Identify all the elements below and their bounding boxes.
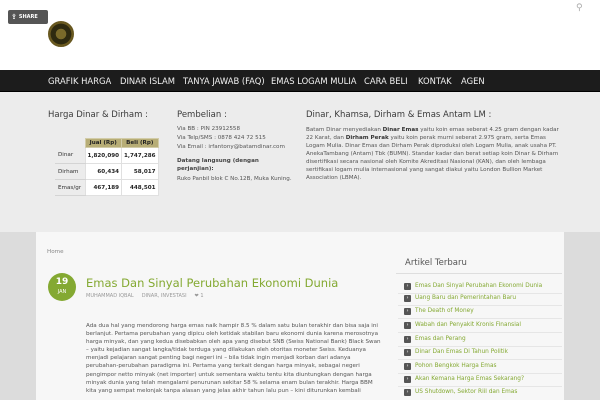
sidebar-link[interactable]: Akan Kemana Harga Emas Sekarang? bbox=[415, 376, 524, 382]
search-icon[interactable]: ⚲ bbox=[576, 3, 583, 13]
arrow-right-icon: › bbox=[404, 307, 411, 315]
price-buy-value: 1,747,286 bbox=[121, 147, 159, 164]
nav-item-dinar-islam[interactable]: DINAR ISLAM bbox=[120, 70, 175, 92]
price-table-corner bbox=[55, 139, 85, 148]
price-row-label: Dirham bbox=[55, 163, 85, 180]
sidebar-link[interactable]: Emas Dan Sinyal Perubahan Ekonomi Dunia bbox=[415, 283, 542, 289]
sidebar-link[interactable]: Pohon Bengkok Harga Emas bbox=[415, 363, 497, 369]
price-col-sell: Jual (Rp) bbox=[84, 138, 122, 148]
purchase-sms: Via Telp/SMS : 0878 424 72 515 bbox=[177, 135, 266, 141]
nav-item-cara-beli[interactable]: CARA BELI bbox=[364, 70, 408, 92]
breadcrumb[interactable]: Home bbox=[47, 249, 64, 255]
post-categories[interactable]: DINAR, INVESTASI bbox=[142, 293, 187, 299]
site-logo[interactable] bbox=[48, 21, 74, 47]
post-title[interactable]: Emas Dan Sinyal Perubahan Ekonomi Dunia bbox=[86, 276, 338, 290]
date-badge: 19 JAN bbox=[48, 273, 76, 301]
arrow-right-icon: › bbox=[404, 388, 411, 396]
direct-visit-title: Datang langsung (dengan bbox=[177, 158, 259, 164]
share-icon: ⇪ bbox=[11, 13, 17, 21]
main-nav: GRAFIK HARGA DINAR ISLAM TANYA JAWAB (FA… bbox=[0, 70, 600, 92]
list-item[interactable]: › US Shutdown, Sektor Riil dan Emas bbox=[404, 386, 562, 398]
about-bold-dirham: Dirham Perak bbox=[345, 135, 389, 141]
about-text-3: yaitu koin perak murni seberat 2.975 gra… bbox=[306, 135, 559, 181]
sidebar-link[interactable]: Emas dan Perang bbox=[415, 336, 466, 342]
post-meta: MUHAMMAD IQBAL DINAR, INVESTASI ❤ 1 bbox=[86, 293, 204, 299]
about-bold-dinar: Dinar Emas bbox=[382, 127, 419, 133]
price-sell-value: 60,434 bbox=[84, 163, 122, 180]
post-author[interactable]: MUHAMMAD IQBAL bbox=[86, 293, 134, 299]
price-row-label: Dinar bbox=[55, 147, 85, 164]
address: Ruko Panbil blok C No.12B, Muka Kuning. bbox=[177, 176, 292, 182]
date-month: JAN bbox=[57, 289, 67, 295]
sidebar-divider bbox=[396, 273, 562, 274]
purchase-email[interactable]: Via Email : irfantony@batamdinar.com bbox=[177, 143, 285, 151]
list-item[interactable]: › Dinar Dan Emas Di Tahun Politik bbox=[404, 346, 562, 358]
list-item[interactable]: › Emas Dan Sinyal Perubahan Ekonomi Dunia bbox=[404, 280, 562, 292]
list-item[interactable]: › Wabah dan Penyakit Kronis Finansial bbox=[404, 319, 562, 331]
sidebar-link[interactable]: Wabah dan Penyakit Kronis Finansial bbox=[415, 322, 521, 328]
arrow-right-icon: › bbox=[404, 321, 411, 329]
about-heading: Dinar, Khamsa, Dirham & Emas Antam LM : bbox=[306, 110, 492, 120]
price-sell-value: 1,820,090 bbox=[84, 147, 122, 164]
table-row: Dinar 1,820,090 1,747,286 bbox=[55, 147, 159, 164]
price-buy-value: 58,017 bbox=[121, 163, 159, 180]
price-col-buy: Beli (Rp) bbox=[121, 138, 159, 148]
share-button[interactable]: ⇪ SHARE bbox=[8, 10, 48, 24]
comment-icon: ❤ bbox=[194, 293, 199, 299]
nav-item-emas-logam-mulia[interactable]: EMAS LOGAM MULIA bbox=[271, 70, 357, 92]
table-row: Dirham 60,434 58,017 bbox=[55, 163, 159, 180]
sidebar-link[interactable]: Dinar Dan Emas Di Tahun Politik bbox=[415, 349, 508, 355]
sidebar-link[interactable]: Uang Baru dan Pemerintahan Baru bbox=[415, 295, 516, 301]
direct-visit-title-2: perjanjian): bbox=[177, 166, 214, 172]
sidebar-link[interactable]: The Death of Money bbox=[415, 308, 474, 314]
arrow-right-icon: › bbox=[404, 375, 411, 383]
date-day: 19 bbox=[55, 277, 69, 287]
table-row: Emas/gr 467,189 448,501 bbox=[55, 179, 159, 196]
arrow-right-icon: › bbox=[404, 335, 411, 343]
price-buy-value: 448,501 bbox=[121, 179, 159, 196]
page: ⇪ SHARE ⚲ GRAFIK HARGA DINAR ISLAM TANYA… bbox=[0, 0, 600, 400]
list-item[interactable]: › Uang Baru dan Pemerintahan Baru bbox=[404, 292, 562, 304]
sidebar-link[interactable]: US Shutdown, Sektor Riil dan Emas bbox=[415, 389, 517, 395]
prices-heading: Harga Dinar & Dirham : bbox=[48, 110, 148, 120]
comment-count[interactable]: 1 bbox=[200, 293, 203, 299]
site-header: ⇪ SHARE ⚲ bbox=[0, 0, 600, 70]
nav-item-agen[interactable]: AGEN bbox=[461, 70, 485, 92]
arrow-right-icon: › bbox=[404, 282, 411, 290]
about-text-1: Batam Dinar menyediakan bbox=[306, 127, 383, 133]
arrow-right-icon: › bbox=[404, 362, 411, 370]
nav-item-tanya-jawab[interactable]: TANYA JAWAB (FAQ) bbox=[183, 70, 265, 92]
nav-item-grafik-harga[interactable]: GRAFIK HARGA bbox=[48, 70, 111, 92]
sidebar-title: Artikel Terbaru bbox=[405, 258, 467, 268]
list-item[interactable]: › Pohon Bengkok Harga Emas bbox=[404, 360, 562, 372]
nav-item-kontak[interactable]: KONTAK bbox=[418, 70, 452, 92]
arrow-right-icon: › bbox=[404, 294, 411, 302]
price-table: Jual (Rp) Beli (Rp) Dinar 1,820,090 1,74… bbox=[55, 138, 159, 196]
share-label: SHARE bbox=[18, 14, 38, 20]
about-text: Batam Dinar menyediakan Dinar Emas yaitu… bbox=[306, 126, 561, 182]
price-row-label: Emas/gr bbox=[55, 179, 85, 196]
post-body: Ada dua hal yang mendorong harga emas na… bbox=[86, 323, 381, 394]
list-item[interactable]: › Emas dan Perang bbox=[404, 333, 562, 345]
arrow-right-icon: › bbox=[404, 348, 411, 356]
price-sell-value: 467,189 bbox=[84, 179, 122, 196]
list-item[interactable]: › Akan Kemana Harga Emas Sekarang? bbox=[404, 373, 562, 385]
list-item[interactable]: › The Death of Money bbox=[404, 305, 562, 317]
purchase-bb: Via BB : PIN 23912558 bbox=[177, 126, 241, 132]
purchase-heading: Pembelian : bbox=[177, 110, 227, 120]
